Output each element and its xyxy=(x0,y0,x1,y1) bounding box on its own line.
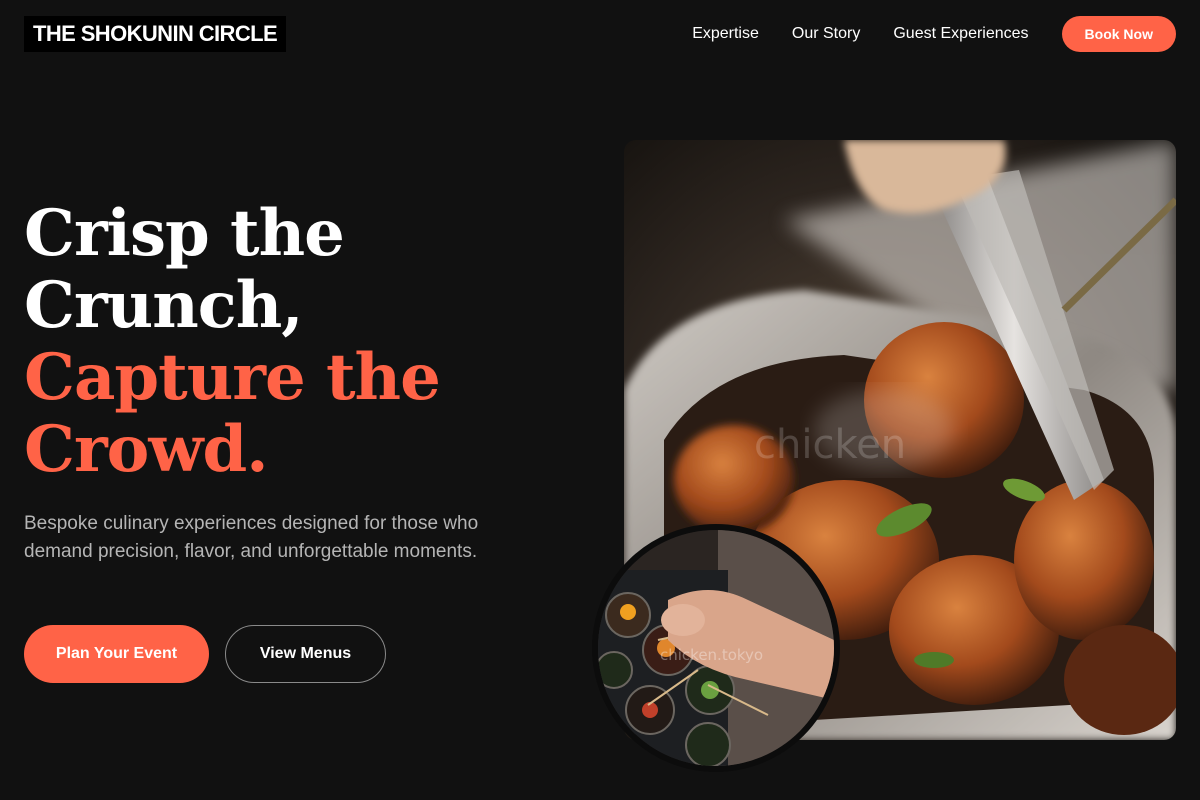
headline-accent-line: Capture the xyxy=(24,340,441,415)
landing-page: THE SHOKUNIN CIRCLE Expertise Our Story … xyxy=(0,0,1200,800)
nav-link-guest-experiences[interactable]: Guest Experiences xyxy=(893,25,1028,43)
site-header: THE SHOKUNIN CIRCLE Expertise Our Story … xyxy=(0,0,1200,68)
brand-logo[interactable]: THE SHOKUNIN CIRCLE xyxy=(24,16,287,52)
nav-link-our-story[interactable]: Our Story xyxy=(792,25,860,43)
headline-accent-line: Crowd. xyxy=(24,412,268,487)
view-menus-button[interactable]: View Menus xyxy=(225,625,386,683)
plan-your-event-button[interactable]: Plan Your Event xyxy=(24,625,209,683)
main-nav: Expertise Our Story Guest Experiences Bo… xyxy=(692,16,1176,52)
canape-skewers-photo: chicken.tokyo xyxy=(592,524,840,772)
hero-subtext: Bespoke culinary experiences designed fo… xyxy=(24,513,479,562)
watermark-text: chicken xyxy=(754,422,906,468)
headline-line: Crisp the xyxy=(24,196,345,271)
headline-line: Crunch, xyxy=(24,268,303,343)
book-now-button[interactable]: Book Now xyxy=(1061,16,1176,52)
hero-headline: Crisp the Crunch, Capture the Crowd. xyxy=(24,196,441,487)
nav-link-expertise[interactable]: Expertise xyxy=(692,25,759,43)
watermark-text: chicken.tokyo xyxy=(660,646,763,664)
